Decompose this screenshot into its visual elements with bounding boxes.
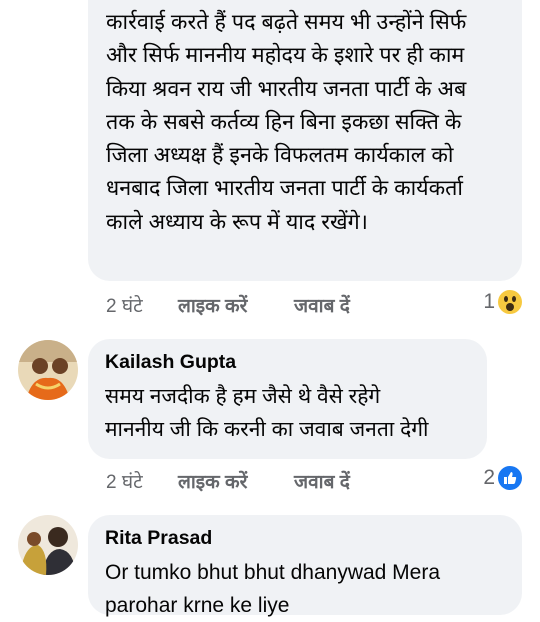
- comment-text: कार्रवाई करते हैं पद बढ़ते समय भी उन्हों…: [106, 6, 510, 239]
- comment-text: Or tumko bhut bhut dhanywad Mera parohar…: [105, 556, 512, 622]
- comment-line: जिला अध्यक्ष हैं इनके विफलतम कार्यकाल को: [106, 143, 454, 168]
- comment-line: कार्रवाई करते हैं पद बढ़ते समय भी उन्हों…: [106, 10, 467, 34]
- like-button[interactable]: लाइक करें: [178, 468, 294, 494]
- comment-line: माननीय जी कि करनी का जवाब जनता देगी: [105, 418, 429, 441]
- avatar[interactable]: [18, 340, 78, 400]
- comment-bubble: Kailash Gupta समय नजदीक है हम जैसे थे वै…: [88, 339, 487, 459]
- comment-author[interactable]: Rita Prasad: [105, 527, 212, 550]
- comment-line: समय नजदीक है हम जैसे थे वैसे रहेगे: [105, 385, 381, 408]
- comment-author[interactable]: Kailash Gupta: [105, 351, 236, 374]
- reply-button[interactable]: जवाब दें: [294, 292, 350, 318]
- wow-reaction-icon: [498, 290, 522, 314]
- comment-time[interactable]: 2 घंटे: [106, 468, 178, 494]
- comment-line: parohar krne ke liye: [105, 594, 290, 617]
- comment-text: समय नजदीक है हम जैसे थे वैसे रहेगे माननी…: [105, 380, 477, 446]
- comment-actions: 2 घंटे लाइक करें जवाब दें: [106, 292, 350, 318]
- like-button[interactable]: लाइक करें: [178, 292, 294, 318]
- avatar-image: [18, 515, 78, 575]
- avatar-image: [18, 340, 78, 400]
- reaction-summary[interactable]: 2: [483, 466, 522, 490]
- reaction-count: 2: [483, 466, 495, 489]
- comment-actions: 2 घंटे लाइक करें जवाब दें: [106, 468, 350, 494]
- comment-time[interactable]: 2 घंटे: [106, 292, 178, 318]
- reply-button[interactable]: जवाब दें: [294, 468, 350, 494]
- avatar[interactable]: [18, 515, 78, 575]
- comment-line: काले अध्याय के रूप में याद रखेंगे।: [106, 209, 368, 234]
- reaction-summary[interactable]: 1: [483, 290, 522, 314]
- reaction-count: 1: [483, 290, 495, 313]
- comment-line: धनबाद जिला भारतीय जनता पार्टी के कार्यकर…: [106, 176, 463, 201]
- comment-line: किया श्रवन राय जी भारतीय जनता पार्टी के …: [106, 76, 467, 101]
- like-reaction-icon: [498, 466, 522, 490]
- comment-line: और सिर्फ माननीय महोदय के इशारे पर ही काम: [106, 43, 465, 68]
- comment-bubble: Rita Prasad Or tumko bhut bhut dhanywad …: [88, 515, 522, 617]
- comment-line: तक के सबसे कर्तव्य हिन बिना इकछा सक्ति क…: [106, 109, 462, 134]
- comment-bubble: कार्रवाई करते हैं पद बढ़ते समय भी उन्हों…: [88, 0, 522, 281]
- comment-line: Or tumko bhut bhut dhanywad Mera: [105, 561, 441, 584]
